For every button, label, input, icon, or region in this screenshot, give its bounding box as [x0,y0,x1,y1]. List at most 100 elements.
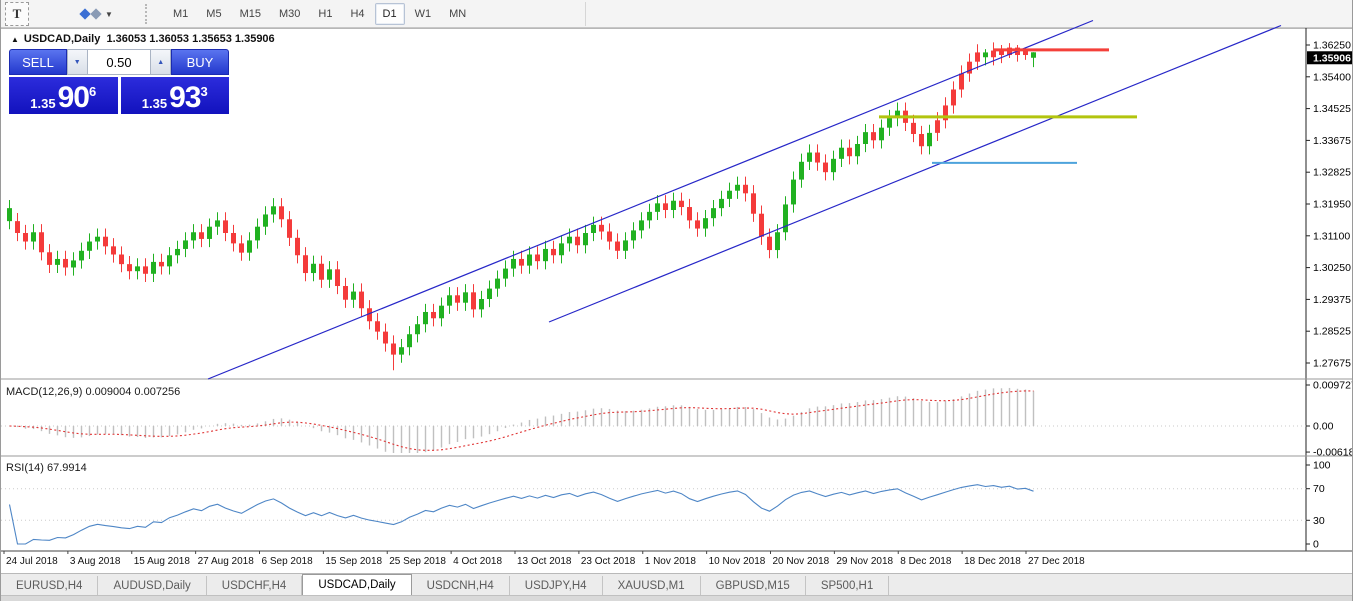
candle-body [727,190,732,199]
chart-tab-usdcnh-h4[interactable]: USDCNH,H4 [412,576,510,596]
price-axis-label: 1.32825 [1313,167,1351,179]
candle-body [407,334,412,348]
chart-title: ▲ USDCAD,Daily 1.36053 1.36053 1.35653 1.… [11,33,275,45]
candle-body [199,232,204,239]
candle-body [167,255,172,267]
candle-body [647,211,652,221]
candle-body [863,132,868,145]
rsi-axis-label: 30 [1313,515,1325,527]
candle-body [519,258,524,266]
candle-body [855,144,860,157]
chart-tab-eurusd-h4[interactable]: EURUSD,H4 [1,576,99,596]
candle-body [343,286,348,300]
candle-body [623,240,628,251]
candle-body [247,240,252,253]
date-axis-label: 27 Aug 2018 [198,556,255,567]
candle-body [887,118,892,128]
candle-body [783,204,788,233]
rsi-axis-label: 100 [1313,460,1331,472]
price-axis-label: 1.31950 [1313,199,1351,211]
chart-tab-usdjpy-h4[interactable]: USDJPY,H4 [510,576,603,596]
candle-body [655,203,660,212]
buy-button[interactable]: BUY [171,49,229,75]
buy-price-sup: 3 [200,84,208,99]
candle-body [751,193,756,214]
macd-indicator-label: MACD(12,26,9) 0.009004 0.007256 [6,386,181,398]
candle-body [223,220,228,233]
candle-body [375,321,380,332]
rsi-axis-label: 0 [1313,539,1319,551]
date-axis-label: 8 Dec 2018 [900,556,952,567]
candle-body [111,246,116,255]
chart-ohlc-values: 1.36053 1.36053 1.35653 1.35906 [106,33,275,45]
price-axis-label: 1.35400 [1313,71,1351,83]
chart-tab-xauusd-m1[interactable]: XAUUSD,M1 [603,576,701,596]
channel-upper-trendline[interactable] [207,19,1094,380]
candle-body [191,232,196,241]
volume-decrease-button[interactable]: ▼ [66,49,88,75]
volume-input[interactable]: 0.50 [87,49,151,75]
candle-body [991,50,996,58]
candle-body [15,221,20,233]
rsi-indicator-label: RSI(14) 67.9914 [6,462,87,474]
candle-body [471,292,476,310]
macd-axis-label: 0.00 [1313,421,1334,433]
candle-body [271,206,276,215]
current-price-value: 1.35906 [1313,52,1351,64]
price-axis-label: 1.34525 [1313,103,1351,115]
chart-tabbar: EURUSD,H4 AUDUSD,Daily USDCHF,H4 USDCAD,Dai… [1,573,1352,596]
trading-terminal-window: T ▼ M1 M5 M15 M30 H1 H4 D1 W1 MN 1.36250 1.35400 1… [0,0,1353,601]
macd-axis-label: 0.009727 [1313,380,1353,392]
chart-tab-sp500-h1[interactable]: SP500,H1 [806,576,890,596]
chart-tab-usdchf-h4[interactable]: USDCHF,H4 [207,576,303,596]
chart-tab-usdcad-daily[interactable]: USDCAD,Daily [302,574,412,596]
candle-body [55,258,60,265]
candle-body [255,226,260,241]
rsi-line [8,484,1034,545]
candle-body [135,266,140,272]
candle-body [23,232,28,242]
candle-body [567,236,572,244]
sell-price-big: 90 [57,81,90,114]
macd-axis-label: -0.006182 [1313,447,1353,459]
date-axis-label: 27 Dec 2018 [1028,556,1085,567]
candle-body [327,269,332,280]
candle-body [591,224,596,233]
candle-body [663,203,668,211]
collapse-arrow-icon[interactable]: ▲ [11,35,19,44]
channel-lower-trendline[interactable] [548,24,1282,323]
one-click-trading-panel: SELL ▼ 0.50 ▲ BUY 1.35 90 6 1.35 93 3 [9,49,229,114]
candle-body [743,184,748,194]
chart-symbol-label: USDCAD,Daily [23,33,101,45]
candle-body [335,269,340,287]
candle-body [711,208,716,219]
candle-body [463,292,468,303]
candle-body [807,152,812,162]
candle-body [47,252,52,265]
candle-body [535,254,540,262]
candle-body [71,260,76,268]
sell-button[interactable]: SELL [9,49,67,75]
candle-body [175,248,180,256]
candle-body [503,268,508,279]
candle-body [31,232,36,242]
candle-body [415,324,420,335]
chart-tab-gbpusd-m15[interactable]: GBPUSD,M15 [701,576,806,596]
candle-body [511,258,516,269]
chart-tab-audusd-daily[interactable]: AUDUSD,Daily [98,576,207,596]
candle-body [287,219,292,238]
candle-body [455,295,460,303]
candle-body [151,261,156,274]
date-axis-label: 10 Nov 2018 [709,556,766,567]
date-axis-label: 13 Oct 2018 [517,556,572,567]
buy-price-small: 1.35 [141,96,168,111]
date-axis-label: 29 Nov 2018 [836,556,893,567]
candle-body [1031,52,1036,58]
candle-body [127,264,132,272]
price-axis-label: 1.27675 [1313,358,1351,370]
sell-price-display[interactable]: 1.35 90 6 [9,77,118,114]
volume-increase-button[interactable]: ▲ [150,49,172,75]
candle-body [735,184,740,191]
buy-price-display[interactable]: 1.35 93 3 [120,77,229,114]
candle-body [919,133,924,147]
